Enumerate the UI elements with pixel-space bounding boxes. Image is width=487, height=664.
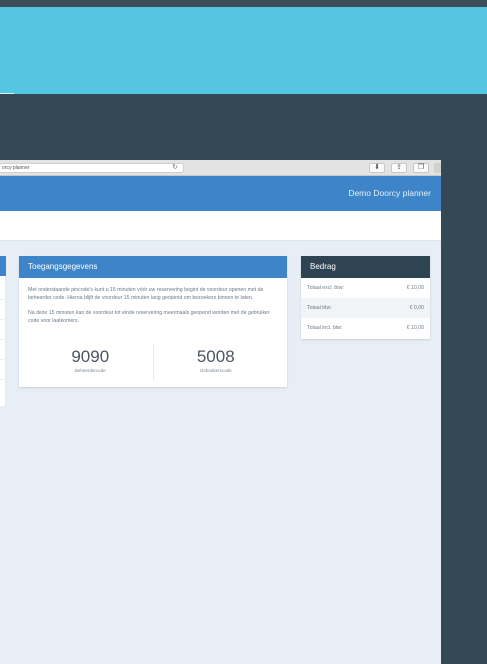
amount-value: € 10,00 <box>406 285 424 291</box>
app-header: Demo Doorcy planner <box>0 176 441 211</box>
access-details-card: Toegangsgegevens Met onderstaande pincod… <box>19 256 287 387</box>
partial-row-divider <box>0 299 6 300</box>
access-instructions-2: Na deze 15 minuten kan de voordeur tot e… <box>28 309 270 324</box>
address-text: orcy planner <box>2 165 30 171</box>
tabs-icon[interactable]: ❐ <box>413 163 429 173</box>
amount-label: Totaal btw: <box>307 305 332 311</box>
amount-row-incl: Totaal incl. btw: € 10,00 <box>301 318 430 338</box>
partial-row-divider <box>0 359 6 360</box>
share-icon[interactable]: ⇪ <box>391 163 407 173</box>
amount-value: € 0,00 <box>409 305 424 311</box>
access-instructions-1: Met onderstaande pincode's kunt u 15 min… <box>28 287 264 302</box>
user-code-label: Gebruikerscode <box>199 368 232 373</box>
user-code: 5008 Gebruikerscode <box>152 344 279 380</box>
amount-row-excl: Totaal excl. btw: € 10,00 <box>301 278 430 298</box>
partial-row-divider <box>0 339 6 340</box>
partial-row-divider <box>0 319 6 320</box>
browser-window: orcy planner ↻ ⬇ ⇪ ❐ Demo Doorcy planner… <box>0 160 441 664</box>
amount-label: Totaal excl. btw: <box>307 285 344 291</box>
top-cyan-band <box>0 7 487 94</box>
amount-card: Bedrag Totaal excl. btw: € 10,00 Totaal … <box>301 256 430 339</box>
reload-icon[interactable]: ↻ <box>172 164 178 172</box>
pincode-row: 9090 Beheerdercode 5008 Gebruikerscode <box>28 344 278 380</box>
admin-code: 9090 Beheerdercode <box>28 344 153 380</box>
admin-code-value: 9090 <box>71 347 110 366</box>
partial-row-divider <box>0 379 6 380</box>
toolbar-edge <box>434 163 441 173</box>
address-bar[interactable]: orcy planner ↻ <box>0 163 184 173</box>
download-icon[interactable]: ⬇ <box>369 163 385 173</box>
amount-card-title: Bedrag <box>301 256 430 278</box>
user-code-value: 5008 <box>196 347 235 366</box>
amount-label: Totaal incl. btw: <box>307 325 343 331</box>
sub-header <box>0 211 441 241</box>
partial-left-card <box>0 256 6 406</box>
app-title: Demo Doorcy planner <box>348 188 431 198</box>
amount-value: € 10,00 <box>406 325 424 331</box>
amount-row-vat: Totaal btw: € 0,00 <box>301 298 430 318</box>
access-card-body: Met onderstaande pincode's kunt u 15 min… <box>19 278 287 325</box>
browser-toolbar: orcy planner ↻ ⬇ ⇪ ❐ <box>0 160 441 176</box>
admin-code-label: Beheerdercode <box>74 368 106 373</box>
access-card-title: Toegangsgegevens <box>19 256 287 278</box>
partial-left-card-header <box>0 256 6 276</box>
